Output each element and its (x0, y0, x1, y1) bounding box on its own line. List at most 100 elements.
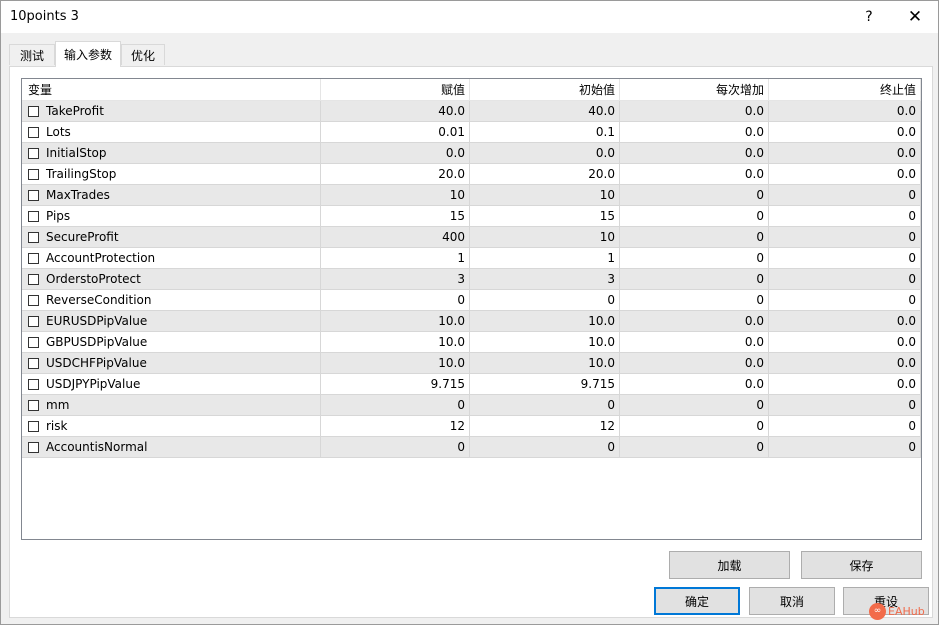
cell-start[interactable]: 10 (470, 185, 620, 206)
cell-variable[interactable]: TrailingStop (22, 164, 321, 185)
ok-button[interactable]: 确定 (654, 587, 740, 615)
table-row[interactable]: risk 12 12 0 0 (22, 416, 921, 437)
save-button[interactable]: 保存 (801, 551, 922, 579)
cell-step[interactable]: 0.0 (620, 164, 769, 185)
parameters-table[interactable]: 变量 赋值 初始值 每次增加 终止值 TakeProfit 40.0 40.0 0.0… (21, 78, 922, 540)
cell-value[interactable]: 12 (321, 416, 470, 437)
cell-start[interactable]: 15 (470, 206, 620, 227)
cell-variable[interactable]: ReverseCondition (22, 290, 321, 311)
cell-step[interactable]: 0.0 (620, 311, 769, 332)
column-header-start[interactable]: 初始值 (470, 79, 620, 101)
table-row[interactable]: AccountisNormal 0 0 0 0 (22, 437, 921, 458)
cell-value[interactable]: 0.0 (321, 143, 470, 164)
cell-variable[interactable]: TakeProfit (22, 101, 321, 122)
cell-value[interactable]: 0 (321, 290, 470, 311)
optimize-checkbox[interactable] (28, 105, 39, 117)
cell-value[interactable]: 10.0 (321, 311, 470, 332)
cell-variable[interactable]: EURUSDPipValue (22, 311, 321, 332)
table-row[interactable]: USDCHFPipValue 10.0 10.0 0.0 0.0 (22, 353, 921, 374)
cell-value[interactable]: 0.01 (321, 122, 470, 143)
cell-variable[interactable]: Pips (22, 206, 321, 227)
table-row[interactable]: Lots 0.01 0.1 0.0 0.0 (22, 122, 921, 143)
cell-value[interactable]: 15 (321, 206, 470, 227)
table-row[interactable]: Pips 15 15 0 0 (22, 206, 921, 227)
load-button[interactable]: 加载 (669, 551, 790, 579)
cell-value[interactable]: 10 (321, 185, 470, 206)
cell-variable[interactable]: risk (22, 416, 321, 437)
cell-start[interactable]: 10.0 (470, 353, 620, 374)
cell-step[interactable]: 0 (620, 269, 769, 290)
optimize-checkbox[interactable] (28, 399, 39, 411)
cell-value[interactable]: 9.715 (321, 374, 470, 395)
cell-start[interactable]: 0 (470, 437, 620, 458)
table-row[interactable]: EURUSDPipValue 10.0 10.0 0.0 0.0 (22, 311, 921, 332)
optimize-checkbox[interactable] (28, 231, 39, 243)
cell-variable[interactable]: GBPUSDPipValue (22, 332, 321, 353)
cell-value[interactable]: 400 (321, 227, 470, 248)
cell-variable[interactable]: SecureProfit (22, 227, 321, 248)
cell-stop[interactable]: 0.0 (769, 311, 921, 332)
cell-step[interactable]: 0 (620, 416, 769, 437)
help-button[interactable]: ? (846, 1, 892, 33)
cell-step[interactable]: 0 (620, 248, 769, 269)
cell-stop[interactable]: 0 (769, 290, 921, 311)
tab-input-parameters[interactable]: 输入参数 (55, 41, 121, 67)
cell-value[interactable]: 1 (321, 248, 470, 269)
optimize-checkbox[interactable] (28, 126, 39, 138)
table-row[interactable]: TrailingStop 20.0 20.0 0.0 0.0 (22, 164, 921, 185)
cell-step[interactable]: 0.0 (620, 122, 769, 143)
tab-optimization[interactable]: 优化 (121, 44, 165, 65)
cell-stop[interactable]: 0 (769, 437, 921, 458)
cell-step[interactable]: 0 (620, 206, 769, 227)
optimize-checkbox[interactable] (28, 420, 39, 432)
cell-start[interactable]: 1 (470, 248, 620, 269)
cell-value[interactable]: 10.0 (321, 332, 470, 353)
optimize-checkbox[interactable] (28, 336, 39, 348)
table-row[interactable]: InitialStop 0.0 0.0 0.0 0.0 (22, 143, 921, 164)
column-header-variable[interactable]: 变量 (22, 79, 321, 101)
cell-variable[interactable]: mm (22, 395, 321, 416)
cancel-button[interactable]: 取消 (749, 587, 835, 615)
cell-variable[interactable]: OrderstoProtect (22, 269, 321, 290)
column-header-step[interactable]: 每次增加 (620, 79, 769, 101)
cell-stop[interactable]: 0 (769, 269, 921, 290)
optimize-checkbox[interactable] (28, 294, 39, 306)
cell-value[interactable]: 0 (321, 395, 470, 416)
cell-stop[interactable]: 0 (769, 416, 921, 437)
cell-variable[interactable]: USDJPYPipValue (22, 374, 321, 395)
cell-variable[interactable]: InitialStop (22, 143, 321, 164)
tab-test[interactable]: 测试 (9, 44, 55, 65)
cell-stop[interactable]: 0 (769, 248, 921, 269)
optimize-checkbox[interactable] (28, 378, 39, 390)
cell-stop[interactable]: 0.0 (769, 353, 921, 374)
table-row[interactable]: SecureProfit 400 10 0 0 (22, 227, 921, 248)
cell-variable[interactable]: AccountisNormal (22, 437, 321, 458)
table-row[interactable]: AccountProtection 1 1 0 0 (22, 248, 921, 269)
table-row[interactable]: ReverseCondition 0 0 0 0 (22, 290, 921, 311)
cell-stop[interactable]: 0 (769, 185, 921, 206)
cell-step[interactable]: 0.0 (620, 374, 769, 395)
cell-step[interactable]: 0 (620, 227, 769, 248)
cell-step[interactable]: 0 (620, 437, 769, 458)
cell-step[interactable]: 0.0 (620, 332, 769, 353)
cell-stop[interactable]: 0.0 (769, 122, 921, 143)
cell-stop[interactable]: 0 (769, 395, 921, 416)
cell-start[interactable]: 9.715 (470, 374, 620, 395)
cell-start[interactable]: 3 (470, 269, 620, 290)
optimize-checkbox[interactable] (28, 147, 39, 159)
cell-start[interactable]: 0.1 (470, 122, 620, 143)
cell-step[interactable]: 0.0 (620, 101, 769, 122)
cell-variable[interactable]: USDCHFPipValue (22, 353, 321, 374)
table-row[interactable]: GBPUSDPipValue 10.0 10.0 0.0 0.0 (22, 332, 921, 353)
table-row[interactable]: MaxTrades 10 10 0 0 (22, 185, 921, 206)
cell-value[interactable]: 40.0 (321, 101, 470, 122)
cell-start[interactable]: 0 (470, 290, 620, 311)
cell-step[interactable]: 0 (620, 290, 769, 311)
cell-value[interactable]: 0 (321, 437, 470, 458)
close-icon[interactable]: ✕ (892, 1, 938, 33)
cell-stop[interactable]: 0 (769, 206, 921, 227)
column-header-value[interactable]: 赋值 (321, 79, 470, 101)
column-header-stop[interactable]: 终止值 (769, 79, 921, 101)
cell-step[interactable]: 0 (620, 395, 769, 416)
cell-stop[interactable]: 0.0 (769, 101, 921, 122)
